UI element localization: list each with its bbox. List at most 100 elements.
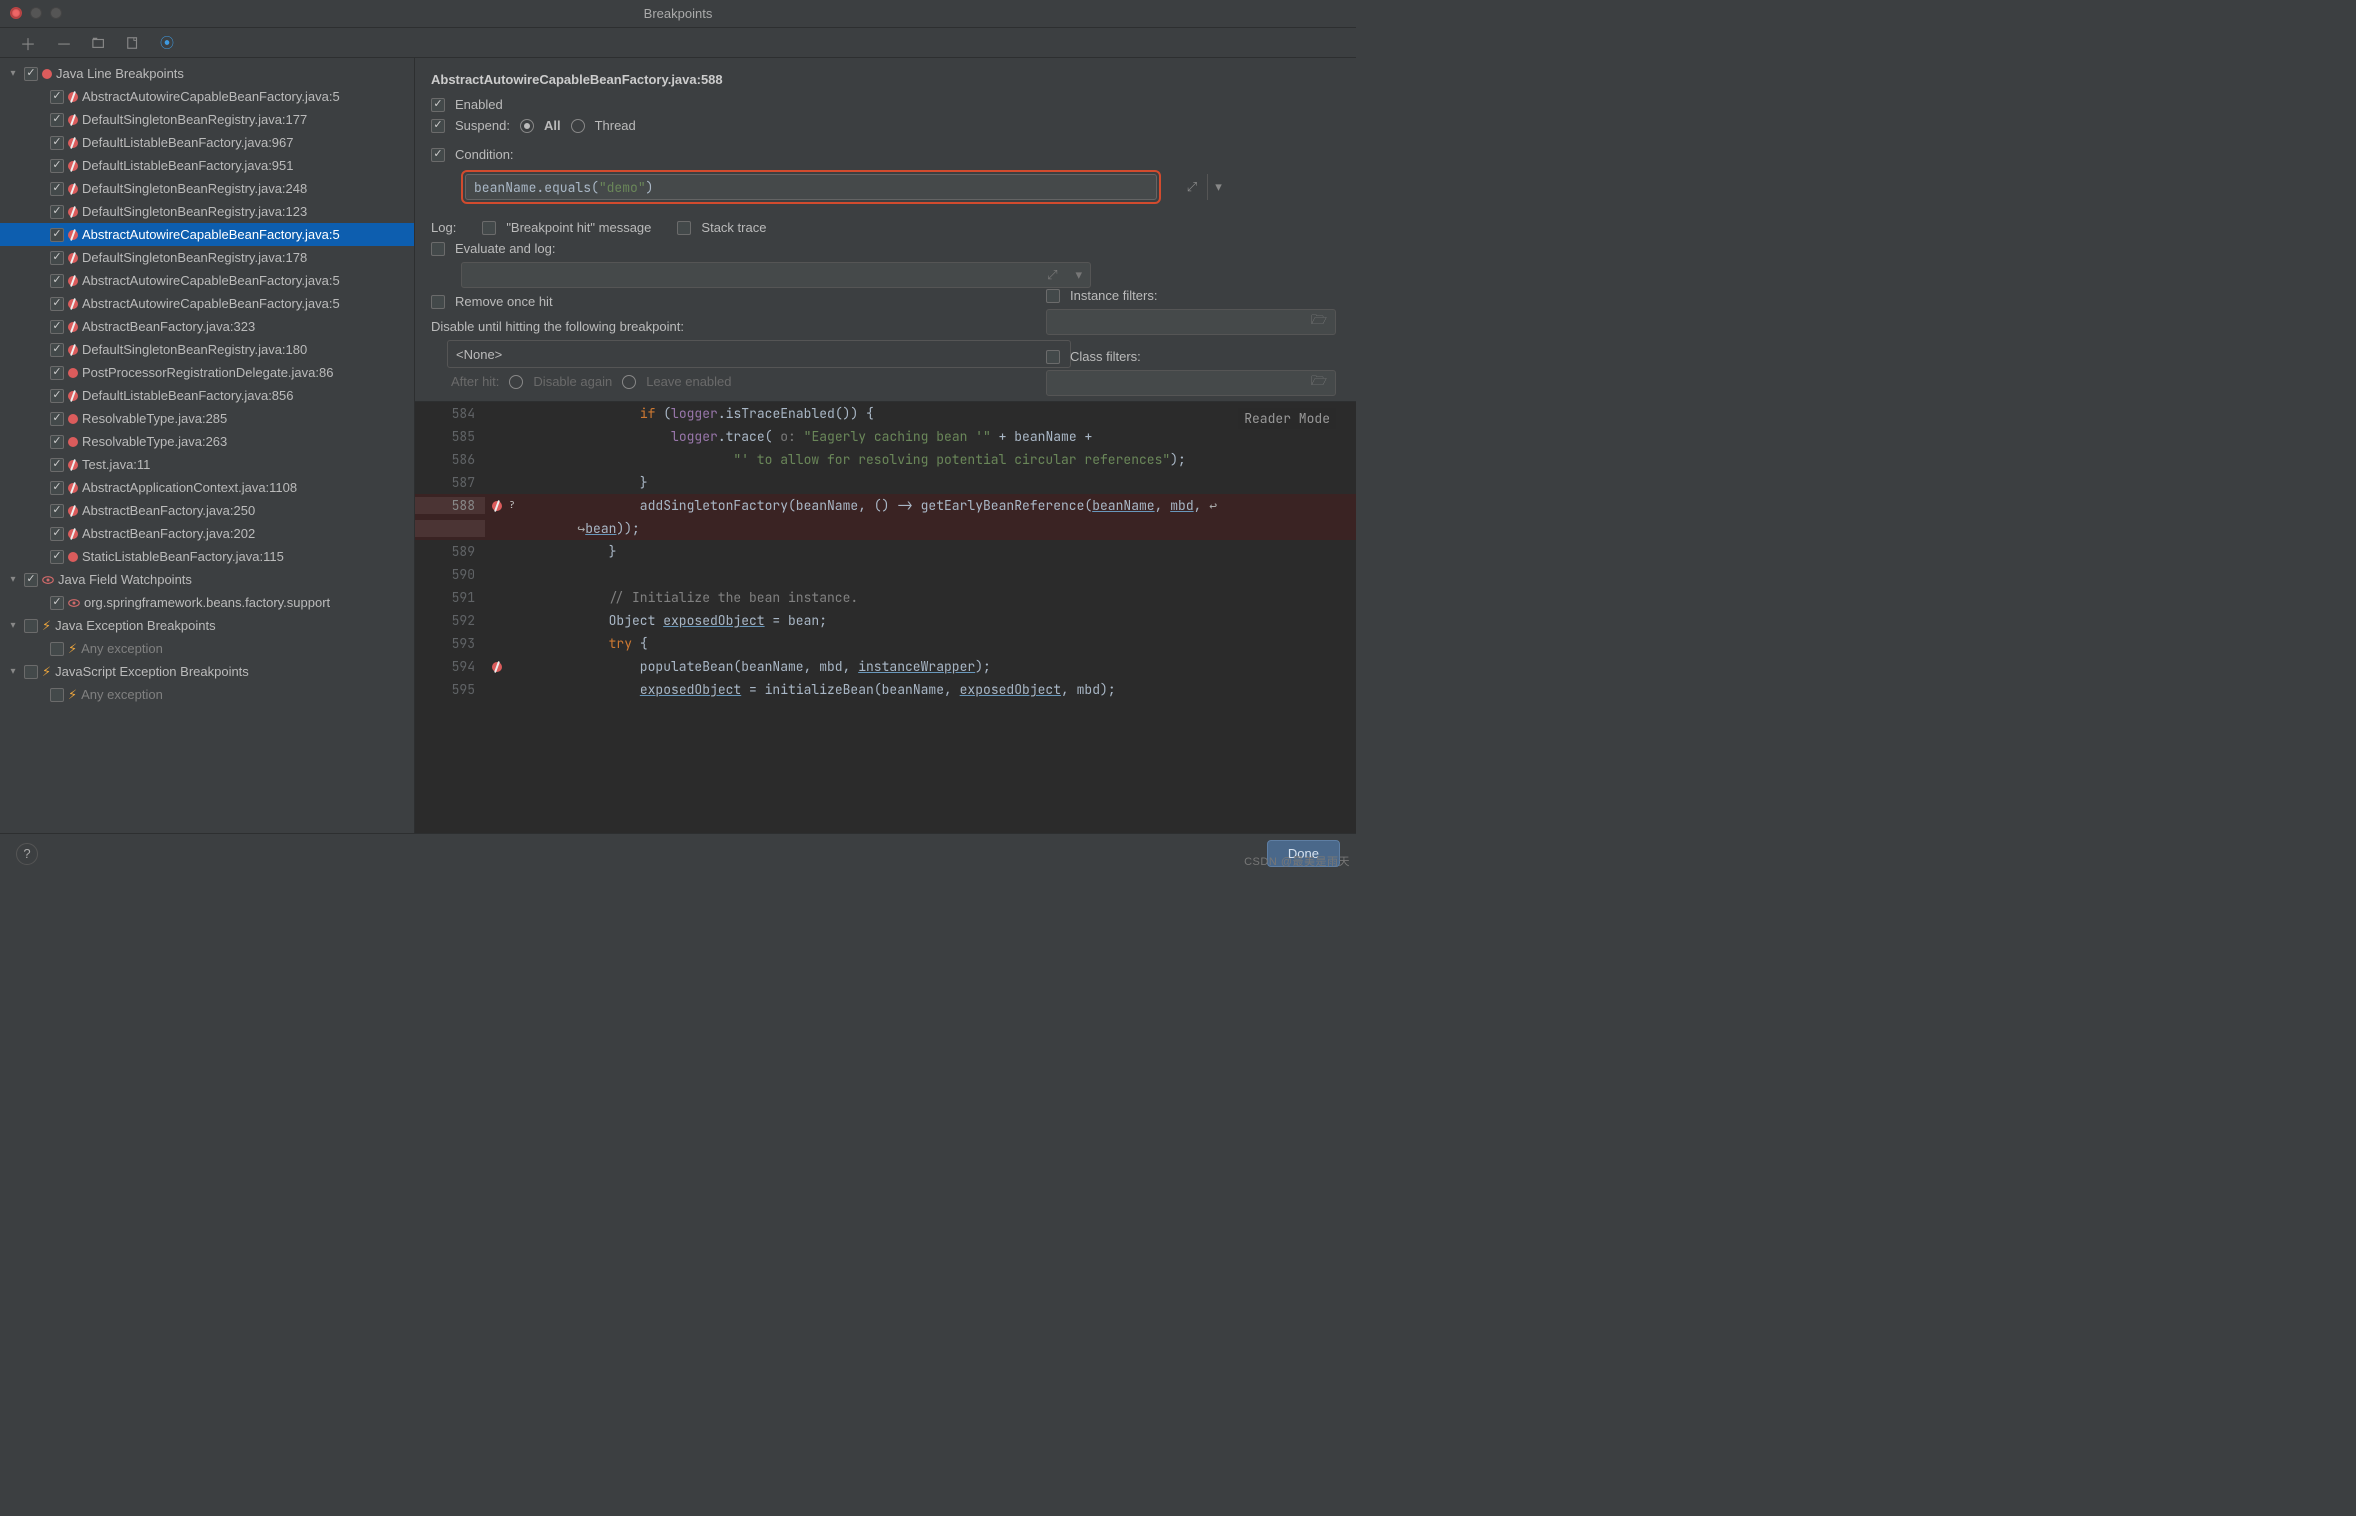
item-checkbox[interactable] xyxy=(50,251,64,265)
item-checkbox[interactable] xyxy=(50,136,64,150)
item-checkbox[interactable] xyxy=(50,182,64,196)
stack-trace-checkbox[interactable] xyxy=(677,221,691,235)
instance-filters-checkbox[interactable] xyxy=(1046,289,1060,303)
tree-item[interactable]: DefaultSingletonBeanRegistry.java:178 xyxy=(0,246,414,269)
tree-item[interactable]: DefaultListableBeanFactory.java:951 xyxy=(0,154,414,177)
item-checkbox[interactable] xyxy=(50,527,64,541)
tree-item[interactable]: AbstractAutowireCapableBeanFactory.java:… xyxy=(0,269,414,292)
group-checkbox[interactable] xyxy=(24,665,38,679)
after-hit-disable-label: Disable again xyxy=(533,374,612,389)
tree-twisty-icon[interactable]: ▾ xyxy=(6,666,20,677)
condition-input[interactable]: beanName.equals("demo") xyxy=(465,174,1157,200)
reader-mode-badge[interactable]: Reader Mode xyxy=(1238,408,1336,429)
done-button[interactable]: Done xyxy=(1267,840,1340,867)
tree-item[interactable]: AbstractAutowireCapableBeanFactory.java:… xyxy=(0,85,414,108)
tree-item[interactable]: org.springframework.beans.factory.suppor… xyxy=(0,591,414,614)
tree-group[interactable]: ▾ Java Line Breakpoints xyxy=(0,62,414,85)
item-checkbox[interactable] xyxy=(50,366,64,380)
item-checkbox[interactable] xyxy=(50,504,64,518)
tree-group[interactable]: ▾ ⚡︎ JavaScript Exception Breakpoints xyxy=(0,660,414,683)
tree-item[interactable]: DefaultSingletonBeanRegistry.java:177 xyxy=(0,108,414,131)
item-checkbox[interactable] xyxy=(50,205,64,219)
item-checkbox[interactable] xyxy=(50,159,64,173)
item-checkbox[interactable] xyxy=(50,412,64,426)
condition-history-icon[interactable]: ▾ xyxy=(1207,174,1229,200)
condition-label: Condition: xyxy=(455,147,514,162)
enabled-checkbox[interactable] xyxy=(431,98,445,112)
tree-group[interactable]: ▾ ⚡︎ Java Exception Breakpoints xyxy=(0,614,414,637)
tree-item[interactable]: AbstractBeanFactory.java:202 xyxy=(0,522,414,545)
item-checkbox[interactable] xyxy=(50,320,64,334)
expand-eval-icon[interactable]: ⤢ xyxy=(1047,267,1057,283)
browse-icon[interactable]: 🗁 xyxy=(1311,311,1327,333)
tree-item[interactable]: DefaultListableBeanFactory.java:856 xyxy=(0,384,414,407)
group-checkbox[interactable] xyxy=(24,67,38,81)
tree-twisty-icon[interactable]: ▾ xyxy=(6,574,20,585)
tree-item[interactable]: AbstractAutowireCapableBeanFactory.java:… xyxy=(0,223,414,246)
expand-condition-icon[interactable]: ⤢ xyxy=(1179,174,1205,200)
group-by-package-icon[interactable] xyxy=(92,36,106,50)
item-checkbox[interactable] xyxy=(50,596,64,610)
log-message-checkbox[interactable] xyxy=(482,221,496,235)
tree-twisty-icon[interactable]: ▾ xyxy=(6,620,20,631)
tree-item[interactable]: AbstractApplicationContext.java:1108 xyxy=(0,476,414,499)
disable-until-select[interactable]: <None> xyxy=(447,340,1071,368)
item-checkbox[interactable] xyxy=(50,113,64,127)
class-filters-checkbox[interactable] xyxy=(1046,350,1060,364)
item-checkbox[interactable] xyxy=(50,389,64,403)
tree-twisty-icon[interactable]: ▾ xyxy=(6,68,20,79)
item-checkbox[interactable] xyxy=(50,228,64,242)
tree-item[interactable]: DefaultSingletonBeanRegistry.java:248 xyxy=(0,177,414,200)
tree-item[interactable]: Test.java:11 xyxy=(0,453,414,476)
item-checkbox[interactable] xyxy=(50,343,64,357)
tree-item[interactable]: AbstractBeanFactory.java:323 xyxy=(0,315,414,338)
tree-group[interactable]: ▾ Java Field Watchpoints xyxy=(0,568,414,591)
item-checkbox[interactable] xyxy=(50,297,64,311)
remove-breakpoint-icon[interactable]: － xyxy=(56,31,72,55)
view-options-icon[interactable]: ⦿ xyxy=(160,33,174,53)
breakpoint-gutter-icon[interactable] xyxy=(492,501,502,511)
item-checkbox[interactable] xyxy=(50,642,64,656)
tree-item[interactable]: ResolvableType.java:263 xyxy=(0,430,414,453)
tree-item[interactable]: StaticListableBeanFactory.java:115 xyxy=(0,545,414,568)
evaluate-log-checkbox[interactable] xyxy=(431,242,445,256)
tree-item[interactable]: ⚡︎ Any exception xyxy=(0,683,414,706)
eval-history-icon[interactable]: ▾ xyxy=(1075,267,1082,283)
item-checkbox[interactable] xyxy=(50,688,64,702)
instance-filters-input[interactable]: 🗁 xyxy=(1046,309,1336,335)
item-checkbox[interactable] xyxy=(50,481,64,495)
item-checkbox[interactable] xyxy=(50,458,64,472)
condition-checkbox[interactable] xyxy=(431,148,445,162)
tree-item[interactable]: AbstractBeanFactory.java:250 xyxy=(0,499,414,522)
footer: ? Done xyxy=(0,833,1356,873)
item-checkbox[interactable] xyxy=(50,550,64,564)
suspend-thread-radio[interactable] xyxy=(571,119,585,133)
help-icon[interactable]: ? xyxy=(16,843,38,865)
remove-once-hit-checkbox[interactable] xyxy=(431,295,445,309)
item-checkbox[interactable] xyxy=(50,435,64,449)
tree-item[interactable]: DefaultListableBeanFactory.java:967 xyxy=(0,131,414,154)
tree-item[interactable]: AbstractAutowireCapableBeanFactory.java:… xyxy=(0,292,414,315)
group-checkbox[interactable] xyxy=(24,619,38,633)
after-hit-label: After hit: xyxy=(451,374,499,389)
group-checkbox[interactable] xyxy=(24,573,38,587)
add-breakpoint-icon[interactable]: ＋ xyxy=(20,31,36,55)
tree-item[interactable]: PostProcessorRegistrationDelegate.java:8… xyxy=(0,361,414,384)
suspend-checkbox[interactable] xyxy=(431,119,445,133)
suspend-all-radio[interactable] xyxy=(520,119,534,133)
item-checkbox[interactable] xyxy=(50,274,64,288)
tree-item[interactable]: DefaultSingletonBeanRegistry.java:123 xyxy=(0,200,414,223)
evaluate-log-input[interactable]: ⤢ ▾ xyxy=(461,262,1091,288)
class-filters-input[interactable]: 🗁 xyxy=(1046,370,1336,396)
tree-item[interactable]: ⚡︎ Any exception xyxy=(0,637,414,660)
close-window-icon[interactable] xyxy=(10,7,22,19)
group-by-file-icon[interactable] xyxy=(126,36,140,50)
tree-item[interactable]: ResolvableType.java:285 xyxy=(0,407,414,430)
minimize-window-icon[interactable] xyxy=(30,7,42,19)
item-label: AbstractBeanFactory.java:250 xyxy=(82,503,255,518)
tree-item[interactable]: DefaultSingletonBeanRegistry.java:180 xyxy=(0,338,414,361)
item-checkbox[interactable] xyxy=(50,90,64,104)
zoom-window-icon[interactable] xyxy=(50,7,62,19)
browse-icon[interactable]: 🗁 xyxy=(1311,372,1327,394)
breakpoint-gutter-icon[interactable] xyxy=(492,662,502,672)
